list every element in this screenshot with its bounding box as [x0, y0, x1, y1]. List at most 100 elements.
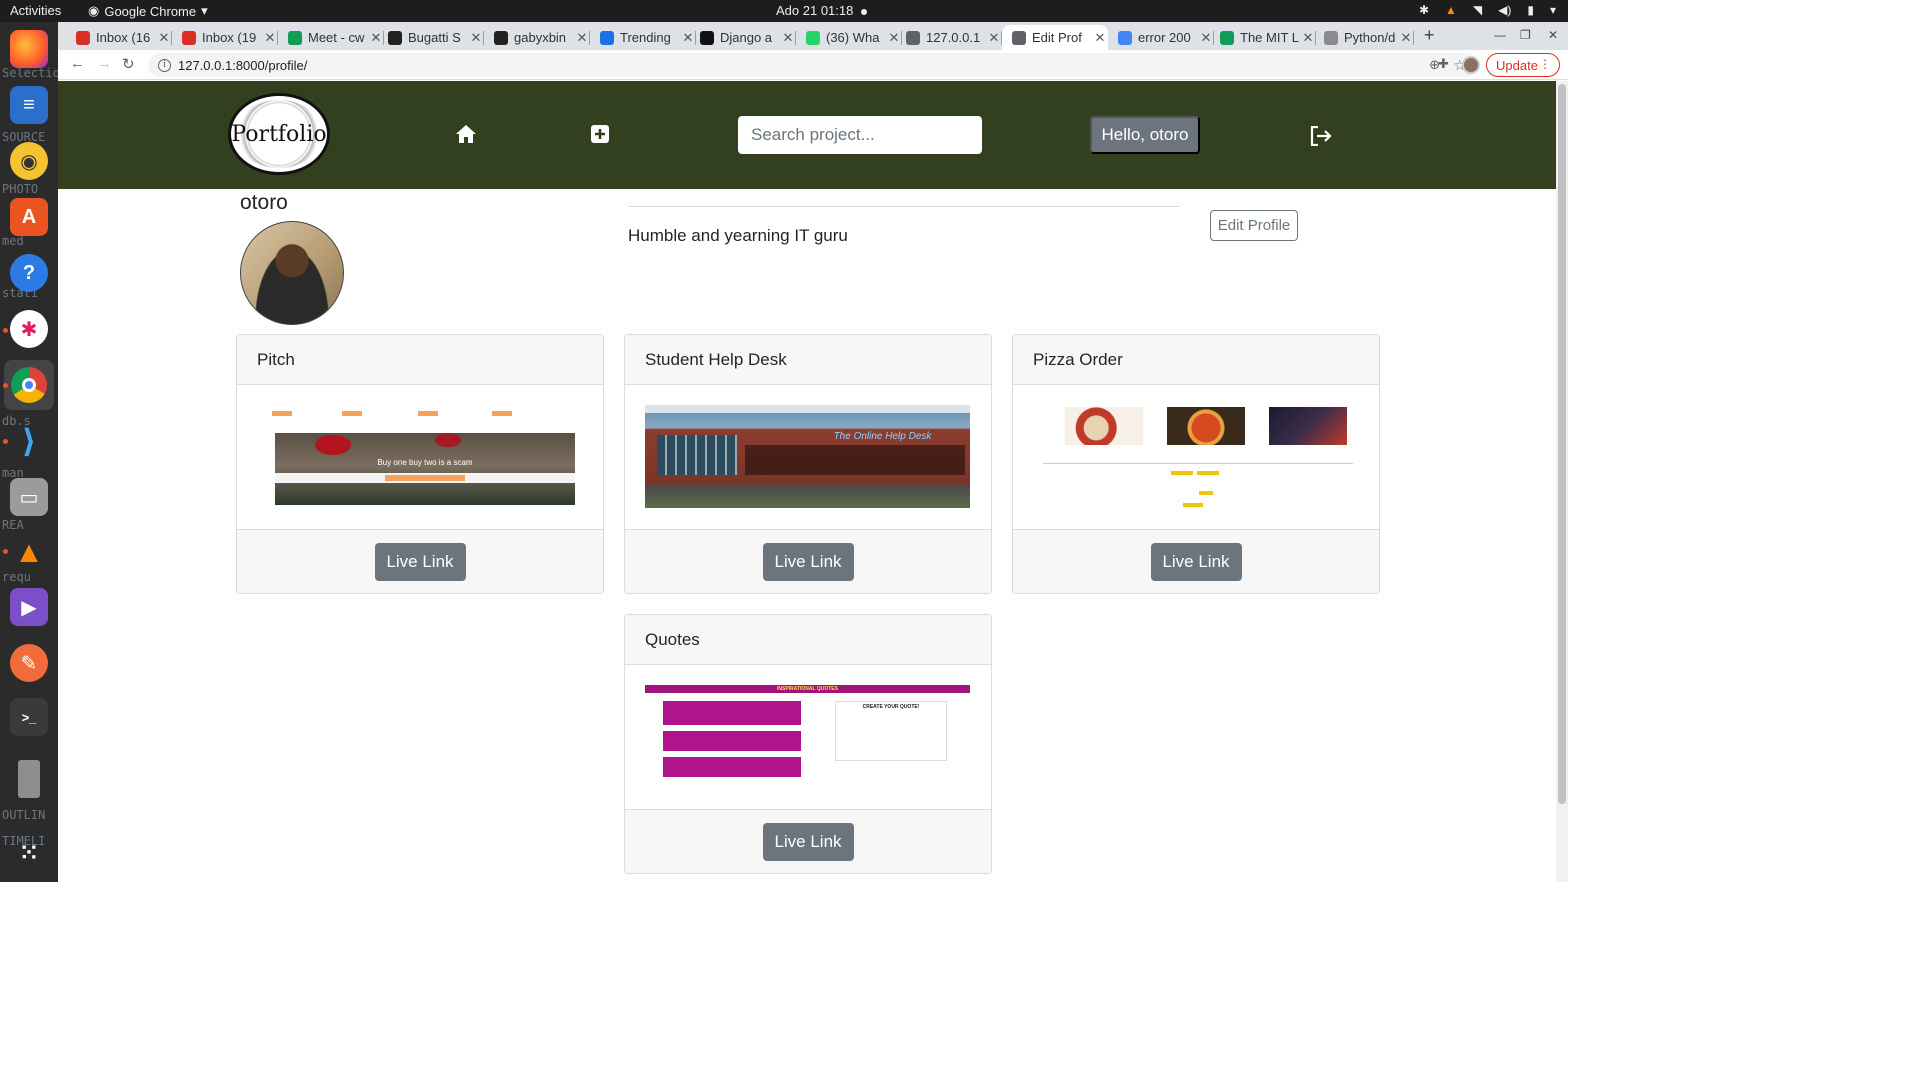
minimize-icon[interactable]: — [1494, 28, 1506, 42]
dock-ghost-text: requ [2, 570, 31, 584]
browser-tab[interactable]: Inbox (16 ✕ [66, 25, 172, 50]
close-tab-icon[interactable]: ✕ [468, 30, 484, 46]
back-icon[interactable]: ← [70, 55, 85, 72]
app-menu[interactable]: ◉ Google Chrome ▾ [88, 3, 208, 19]
project-screenshot[interactable]: INSPIRATIONAL QUOTES CREATE YOUR QUOTE! [625, 665, 991, 809]
project-card-student-help-desk: Student Help Desk The Online Help Desk L… [624, 334, 992, 594]
close-tab-icon[interactable]: ✕ [1398, 30, 1414, 46]
forward-icon[interactable]: → [97, 55, 112, 72]
profile-avatar [240, 221, 344, 325]
system-tray[interactable]: ✱ ▲ ◥ ◀) ▮ ▾ [1419, 3, 1556, 17]
power-menu-icon[interactable]: ▾ [1550, 3, 1556, 17]
browser-tab[interactable]: gabyxbin ✕ [484, 25, 590, 50]
thumb-caption: INSPIRATIONAL QUOTES [645, 685, 970, 693]
terminal-icon[interactable]: >_ [10, 698, 48, 736]
meet-icon [288, 30, 302, 45]
wifi-icon[interactable]: ◥ [1473, 3, 1482, 17]
show-apps-icon[interactable]: ⁙ [10, 834, 48, 872]
chrome-dock-icon[interactable] [4, 360, 54, 410]
libreoffice-writer-icon[interactable]: ≡ [10, 86, 48, 124]
tab-title: Inbox (19 [202, 30, 257, 45]
browser-tab[interactable]: Trending ✕ [590, 25, 696, 50]
page-scrollbar[interactable] [1556, 81, 1568, 882]
vlc-tray-icon[interactable]: ▲ [1445, 3, 1457, 17]
url-text[interactable]: 127.0.0.1:8000/profile/ [178, 58, 307, 73]
live-link-button[interactable]: Live Link [374, 542, 466, 581]
clock[interactable]: Ado 21 01:18 [776, 3, 868, 18]
project-title: Pizza Order [1013, 335, 1379, 385]
python-icon [1324, 30, 1338, 45]
pizza-thumb-2 [1167, 407, 1245, 445]
firefox-icon[interactable] [10, 30, 48, 68]
close-window-icon[interactable]: ✕ [1548, 28, 1558, 42]
github-icon [494, 30, 508, 45]
thumb-form-button [1171, 471, 1193, 475]
portfolio-logo[interactable]: Portfolio [228, 93, 330, 175]
postman-icon[interactable]: ✎ [10, 644, 48, 682]
close-tab-icon[interactable]: ✕ [574, 30, 590, 46]
update-button[interactable]: Update ⋮ [1486, 53, 1560, 77]
edit-profile-button[interactable]: Edit Profile [1210, 210, 1298, 241]
kebab-menu-icon[interactable]: ⋮ [1539, 57, 1551, 71]
browser-tab[interactable]: Inbox (19 ✕ [172, 25, 278, 50]
removable-drive-icon[interactable] [18, 760, 40, 798]
browser-tab[interactable]: Django a ✕ [690, 25, 796, 50]
live-link-button[interactable]: Live Link [1150, 542, 1242, 581]
restore-icon[interactable]: ❐ [1520, 28, 1531, 42]
reload-icon[interactable]: ↻ [122, 55, 135, 73]
close-tab-icon[interactable]: ✕ [262, 30, 278, 46]
browser-tab[interactable]: Meet - cw ✕ [278, 25, 384, 50]
files-icon[interactable]: ▭ [10, 478, 48, 516]
rhythmbox-icon[interactable]: ◉ [10, 142, 48, 180]
browser-tab[interactable]: Bugatti S ✕ [378, 25, 484, 50]
new-tab-button[interactable]: + [1424, 25, 1435, 46]
vscode-icon[interactable]: ⟩ [10, 422, 48, 460]
project-card-quotes: Quotes INSPIRATIONAL QUOTES CREATE YOUR … [624, 614, 992, 874]
browser-tab[interactable]: The MIT L ✕ [1210, 25, 1316, 50]
live-link-button[interactable]: Live Link [762, 822, 854, 861]
help-icon[interactable]: ? [10, 254, 48, 292]
scrollbar-thumb[interactable] [1558, 84, 1566, 804]
tab-title: Edit Prof [1032, 30, 1082, 45]
user-greeting-button[interactable]: Hello, otoro [1090, 116, 1200, 154]
running-indicator-icon [3, 383, 8, 388]
browser-tab[interactable]: (36) Wha ✕ [796, 25, 902, 50]
close-tab-icon[interactable]: ✕ [156, 30, 172, 46]
close-tab-icon[interactable]: ✕ [1092, 30, 1108, 46]
omnibox[interactable]: i 127.0.0.1:8000/profile/ ⊕ ☆ [148, 53, 1478, 77]
browser-tab[interactable]: Python/d ✕ [1314, 25, 1414, 50]
add-project-icon[interactable] [591, 125, 609, 143]
live-link-button[interactable]: Live Link [762, 542, 854, 581]
site-info-icon[interactable]: i [158, 58, 171, 72]
project-screenshot[interactable] [1013, 385, 1379, 529]
clock-text: Ado 21 01:18 [776, 3, 854, 18]
home-icon[interactable] [456, 125, 476, 143]
browser-tab[interactable]: Edit Prof ✕ [1002, 25, 1108, 50]
close-tab-icon[interactable]: ✕ [780, 30, 796, 46]
whatsapp-icon [806, 30, 820, 45]
tab-title: gabyxbin [514, 30, 567, 45]
logout-icon[interactable] [1310, 126, 1332, 146]
software-center-icon[interactable]: A [10, 198, 48, 236]
project-screenshot[interactable]: Buy one buy two is a scam [237, 385, 603, 529]
chrome-small-icon: ◉ [88, 3, 100, 18]
browser-tab[interactable]: error 200 ✕ [1108, 25, 1214, 50]
thumb-form-button [1199, 491, 1213, 495]
browser-tab[interactable]: 127.0.0.1 ✕ [896, 25, 1002, 50]
extensions-icon[interactable]: ✚ [1438, 56, 1449, 72]
video-player-icon[interactable]: ▶ [10, 588, 48, 626]
volume-icon[interactable]: ◀) [1498, 3, 1511, 17]
slack-icon[interactable]: ✱ [10, 310, 48, 348]
battery-icon[interactable]: ▮ [1527, 3, 1534, 17]
dock-ghost-text: med [2, 234, 24, 248]
address-bar: ← → ↻ i 127.0.0.1:8000/profile/ ⊕ ☆ ✚ Up… [58, 50, 1568, 80]
close-tab-icon[interactable]: ✕ [986, 30, 1002, 46]
project-screenshot[interactable]: The Online Help Desk [625, 385, 991, 529]
gmail-icon [182, 30, 196, 45]
profile-bio: Humble and yearning IT guru [628, 226, 848, 245]
profile-avatar-icon[interactable] [1462, 56, 1480, 74]
slack-tray-icon[interactable]: ✱ [1419, 3, 1429, 17]
search-project-input[interactable] [738, 116, 982, 154]
activities-button[interactable]: Activities [10, 3, 61, 18]
vlc-icon[interactable]: ▲ [10, 534, 48, 572]
